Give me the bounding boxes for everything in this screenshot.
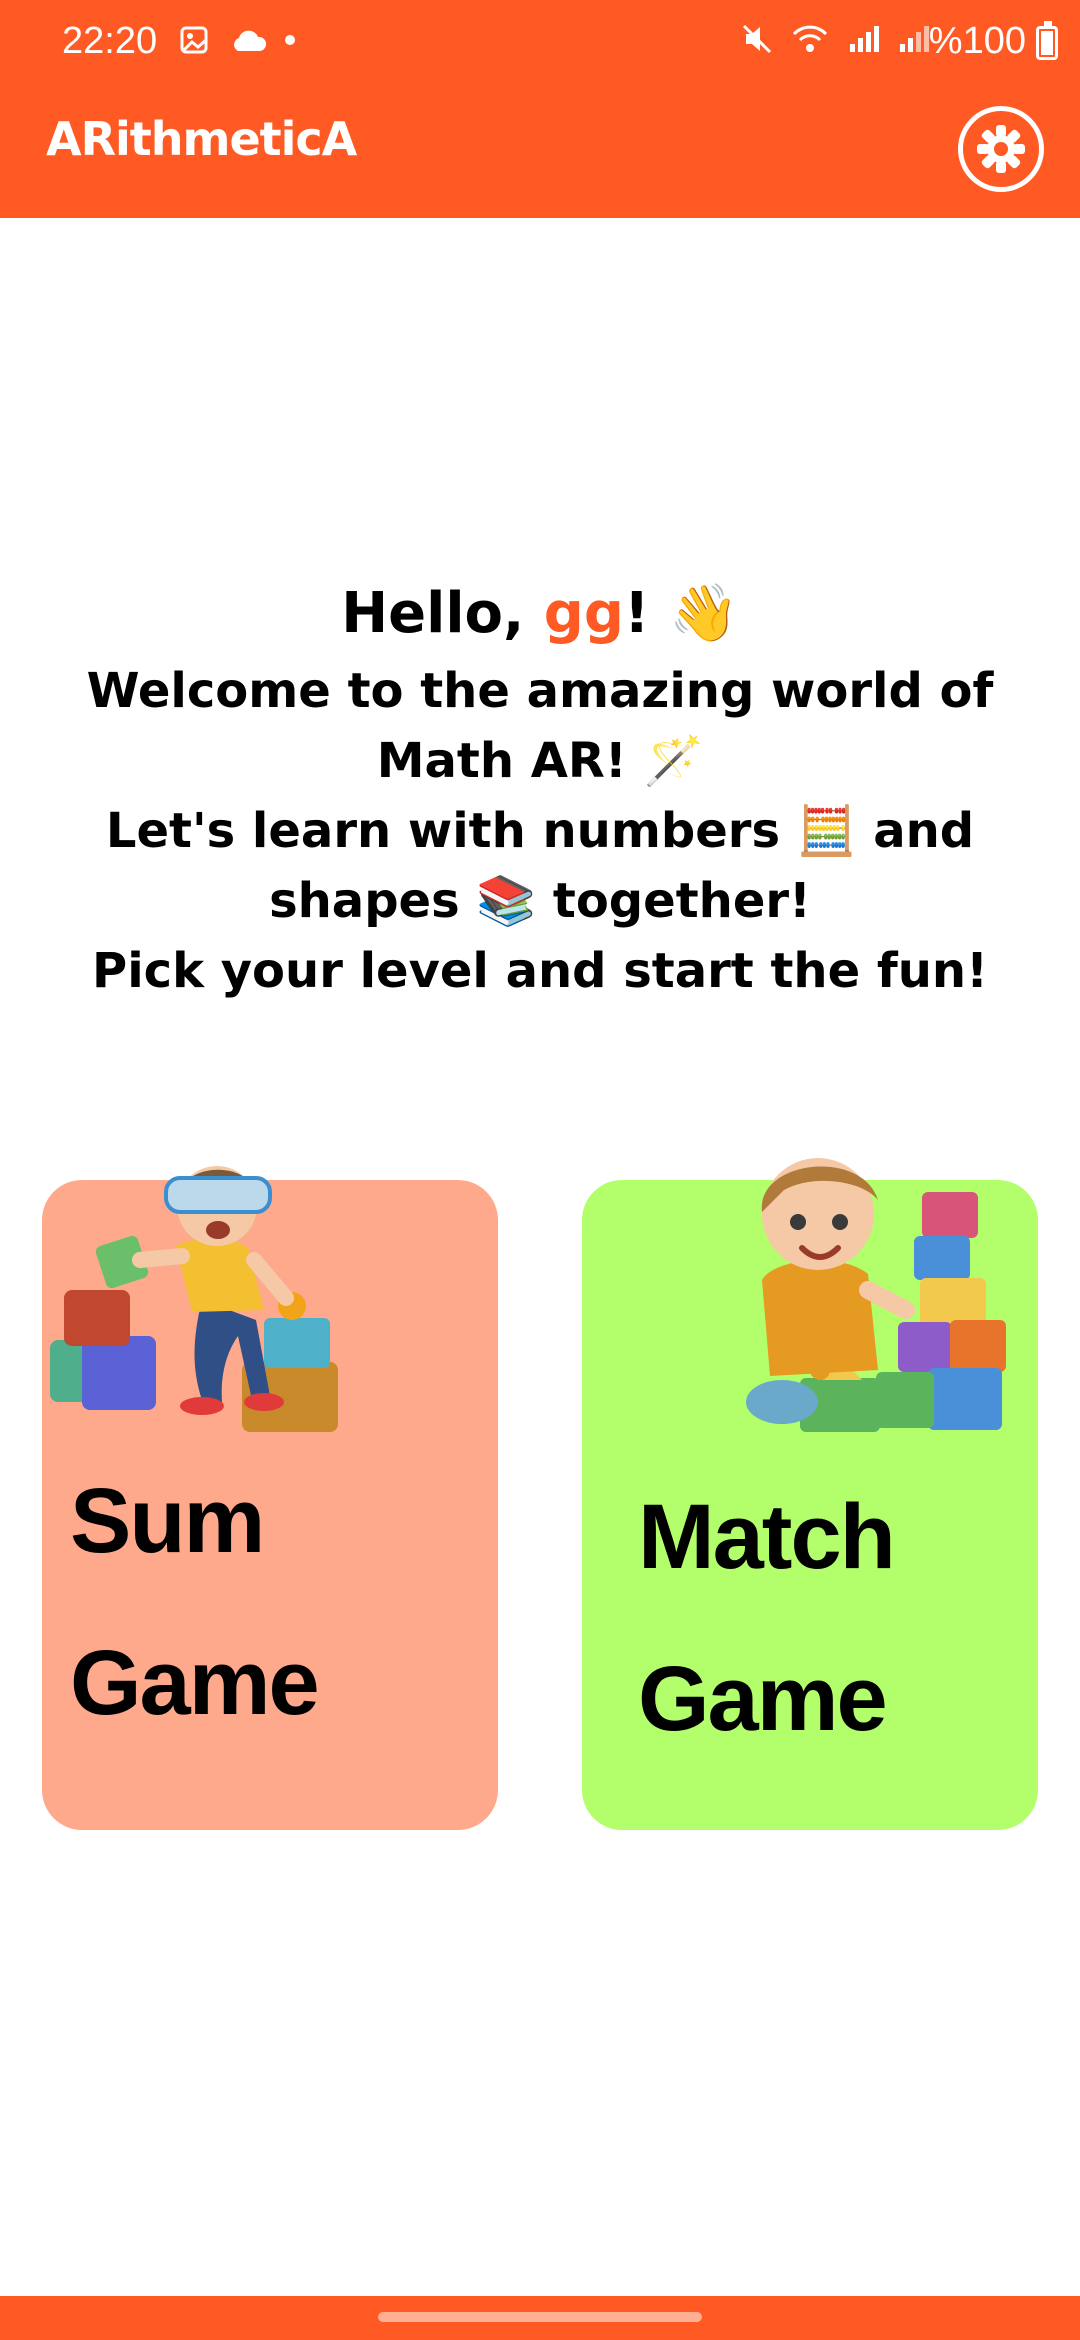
kid-vr-blocks-illustration	[50, 1166, 338, 1432]
status-bar: 22:20 %100	[0, 0, 1080, 84]
sum-game-label-line1: Sum	[70, 1470, 265, 1572]
kid-building-blocks-illustration	[746, 1158, 1006, 1432]
greeting-hello-suffix: ! 👋	[623, 581, 739, 646]
signal-icon	[850, 26, 879, 52]
greeting-line-2: Math AR! 🪄	[376, 733, 704, 789]
greeting-line-5: Pick your level and start the fun!	[92, 943, 988, 999]
greeting-message: Hello, gg! 👋 Welcome to the amazing worl…	[60, 572, 1020, 1006]
settings-button[interactable]	[958, 106, 1044, 192]
gear-icon	[977, 125, 1025, 173]
status-time: 22:20	[62, 20, 158, 62]
sum-game-card[interactable]: Sum Game	[42, 1166, 498, 1830]
sum-game-label-line2: Game	[70, 1632, 320, 1734]
sum-game-label: Sum Game	[70, 1440, 320, 1764]
dot-icon	[285, 35, 295, 45]
status-right-icons	[740, 22, 930, 56]
greeting-line-1: Welcome to the amazing world of	[86, 663, 994, 719]
status-left-icons	[178, 22, 298, 58]
signal-lte-icon	[900, 26, 929, 52]
battery-percent: %100	[928, 20, 1026, 62]
greeting-hello-text: Hello,	[341, 581, 544, 646]
match-game-card[interactable]: Match Game	[582, 1158, 1038, 1830]
greeting-hello: Hello, gg! 👋	[60, 572, 1020, 656]
greeting-line-4: shapes 📚 together!	[269, 873, 811, 929]
battery-icon	[1036, 21, 1058, 60]
mute-icon	[742, 24, 772, 54]
notification-icon	[180, 26, 208, 54]
match-game-label-line1: Match	[638, 1486, 896, 1588]
home-indicator[interactable]	[378, 2312, 702, 2322]
app-title: ARithmeticA	[46, 112, 357, 166]
app-bar: 22:20 %100 ARithmeticA	[0, 0, 1080, 218]
match-game-label: Match Game	[638, 1456, 896, 1780]
cloud-icon	[234, 30, 267, 51]
bottom-navigation-bar	[0, 2296, 1080, 2340]
greeting-username: gg	[543, 581, 624, 646]
wifi-icon	[792, 25, 828, 52]
greeting-line-3: Let's learn with numbers 🧮 and	[105, 803, 975, 859]
match-game-label-line2: Game	[638, 1648, 888, 1750]
